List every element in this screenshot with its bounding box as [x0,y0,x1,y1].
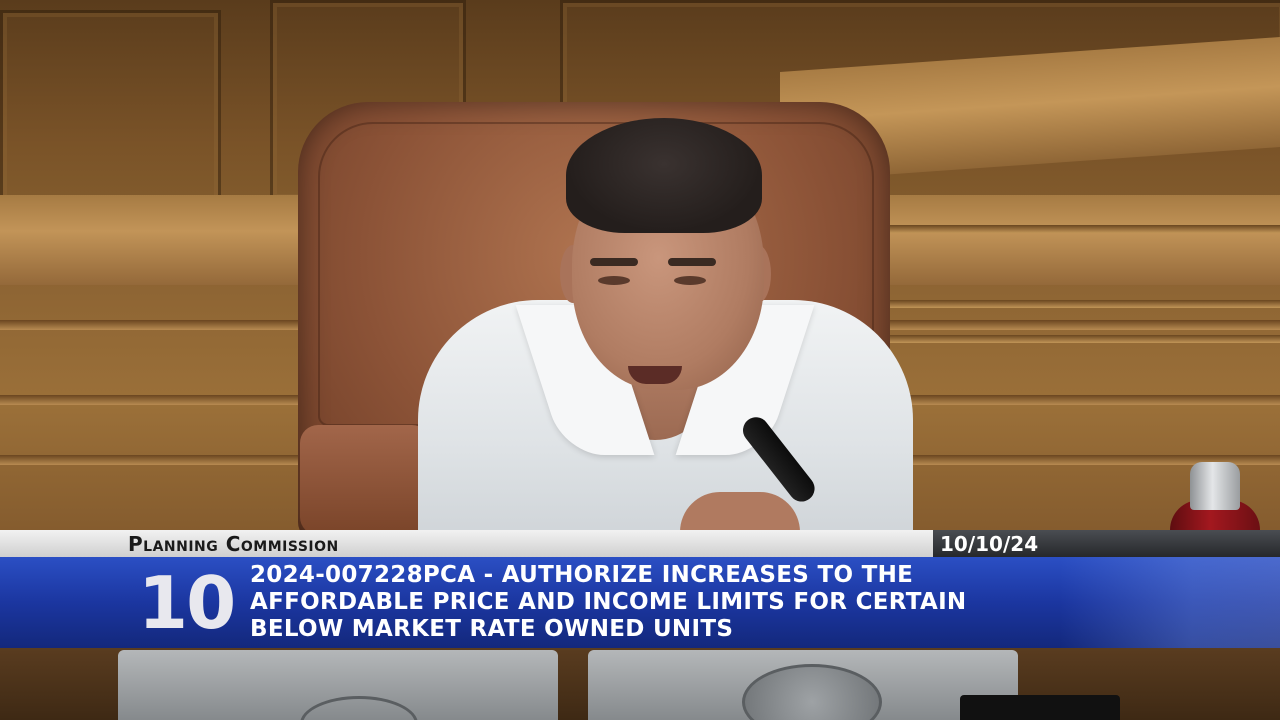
agenda-item-title: 2024-007228PCA - AUTHORIZE INCREASES TO … [250,562,1070,643]
speaker-eye-left [598,276,630,285]
wood-molding [890,335,1280,343]
speaker-eye-right [674,276,706,285]
video-frame: Planning Commission 10/10/24 10 2024-007… [0,0,1280,720]
lower-third-sheen [1060,557,1280,648]
organization-name: Planning Commission [128,532,339,556]
speaker-hair [566,118,762,233]
speaker-brow-right [668,258,716,266]
wood-molding [890,225,1280,233]
agenda-item-line: 2024-007228PCA - AUTHORIZE INCREASES TO … [250,562,914,588]
water-bottle-cap [1190,462,1240,510]
wood-panel [0,10,221,226]
agenda-item-line: AFFORDABLE PRICE AND INCOME LIMITS FOR C… [250,589,967,615]
meeting-date: 10/10/24 [940,532,1039,556]
wood-molding [890,300,1280,308]
speaker-brow-left [590,258,638,266]
agenda-item-number: 10 [138,561,236,645]
desk-device [960,695,1120,720]
agenda-item-line: BELOW MARKET RATE OWNED UNITS [250,616,734,642]
leather-chair-arm [300,425,430,535]
